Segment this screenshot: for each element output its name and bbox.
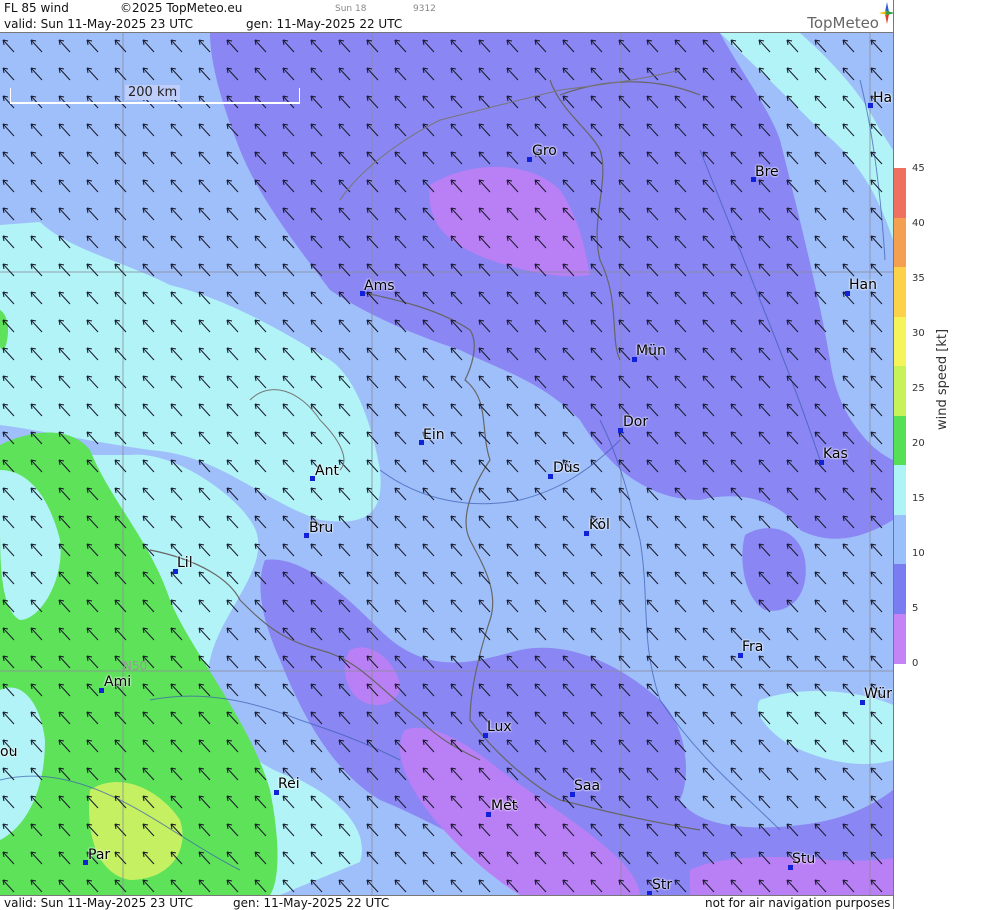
colorbar-tick: 30: [912, 328, 925, 339]
colorbar-tick: 40: [912, 218, 925, 229]
city-label: Rei: [278, 776, 300, 792]
city-label: Mün: [636, 343, 666, 359]
wind-speed-colorbar: [894, 168, 906, 664]
header-bar: FL 85 wind ©2025 TopMeteo.eu Sun 18 9312…: [0, 0, 895, 33]
valid-time: valid: Sun 11-May-2025 23 UTC: [4, 17, 193, 31]
footer-valid-time: valid: Sun 11-May-2025 23 UTC: [4, 896, 193, 910]
city-label: Saa: [574, 778, 601, 794]
colorbar-segment: [894, 217, 906, 268]
graticule-label: N50: [123, 659, 148, 673]
city-label: Met: [491, 798, 518, 814]
colorbar-tick: 45: [912, 163, 925, 174]
colorbar-segment: [894, 514, 906, 565]
sun-indicator: Sun 18: [335, 4, 367, 14]
colorbar-segment: [894, 465, 906, 515]
generated-time: gen: 11-May-2025 22 UTC: [246, 17, 403, 31]
wind-map-canvas[interactable]: [0, 33, 893, 895]
city-label: Lil: [177, 555, 193, 571]
footer-generated-time: gen: 11-May-2025 22 UTC: [233, 896, 390, 910]
logo-text: TopMeteo: [807, 14, 879, 32]
city-label: Str: [652, 877, 673, 893]
city-label: Ein: [423, 427, 445, 443]
colorbar-unit-label: wind speed [kt]: [935, 328, 950, 430]
colorbar-tick: 25: [912, 383, 925, 394]
map-code: 9312: [413, 4, 436, 14]
footer-bar: valid: Sun 11-May-2025 23 UTC gen: 11-Ma…: [0, 895, 893, 910]
colorbar-segment: [894, 168, 906, 218]
colorbar-segment: [894, 366, 906, 416]
city-label: Dor: [623, 414, 649, 430]
city-label: Ami: [104, 674, 132, 690]
city-label: Düs: [553, 460, 580, 476]
colorbar-tick: 35: [912, 273, 925, 284]
legend-panel: [893, 0, 983, 909]
colorbar-tick: 15: [912, 493, 925, 504]
city-label: Bru: [309, 520, 334, 536]
scale-bar-label: 200 km: [125, 85, 181, 100]
city-label: Wür: [864, 686, 892, 702]
city-label: Fra: [742, 639, 764, 655]
colorbar-tick: 5: [912, 603, 919, 614]
city-label: Köl: [589, 517, 610, 533]
city-label: Kas: [823, 446, 848, 462]
disclaimer-text: not for air navigation purposes: [705, 896, 891, 910]
city-label: Stu: [792, 851, 816, 867]
colorbar-tick: 10: [912, 548, 925, 559]
city-label: Gro: [532, 143, 557, 159]
colorbar-tick: 0: [912, 658, 919, 669]
colorbar-segment: [894, 316, 906, 367]
map-title: FL 85 wind: [4, 1, 69, 15]
city-label: Bre: [755, 164, 779, 180]
city-label: Par: [88, 847, 111, 863]
city-label: Ha: [873, 90, 893, 106]
wind-map[interactable]: 200 km N50 Gro Bre Ha Ams Han Mün Dor Ei…: [0, 33, 893, 895]
city-label: Han: [849, 277, 877, 293]
copyright-text: ©2025 TopMeteo.eu: [120, 1, 243, 15]
city-label: Lux: [487, 719, 512, 735]
colorbar-tick: 20: [912, 438, 925, 449]
colorbar-segment: [894, 564, 906, 614]
topmeteo-logo: TopMeteo: [807, 2, 895, 32]
colorbar-segment: [894, 267, 906, 317]
colorbar-segment: [894, 415, 906, 466]
city-label: Ams: [364, 278, 395, 294]
city-label: Ant: [315, 463, 339, 479]
city-label: ou: [0, 744, 18, 760]
colorbar-segment: [894, 613, 906, 664]
